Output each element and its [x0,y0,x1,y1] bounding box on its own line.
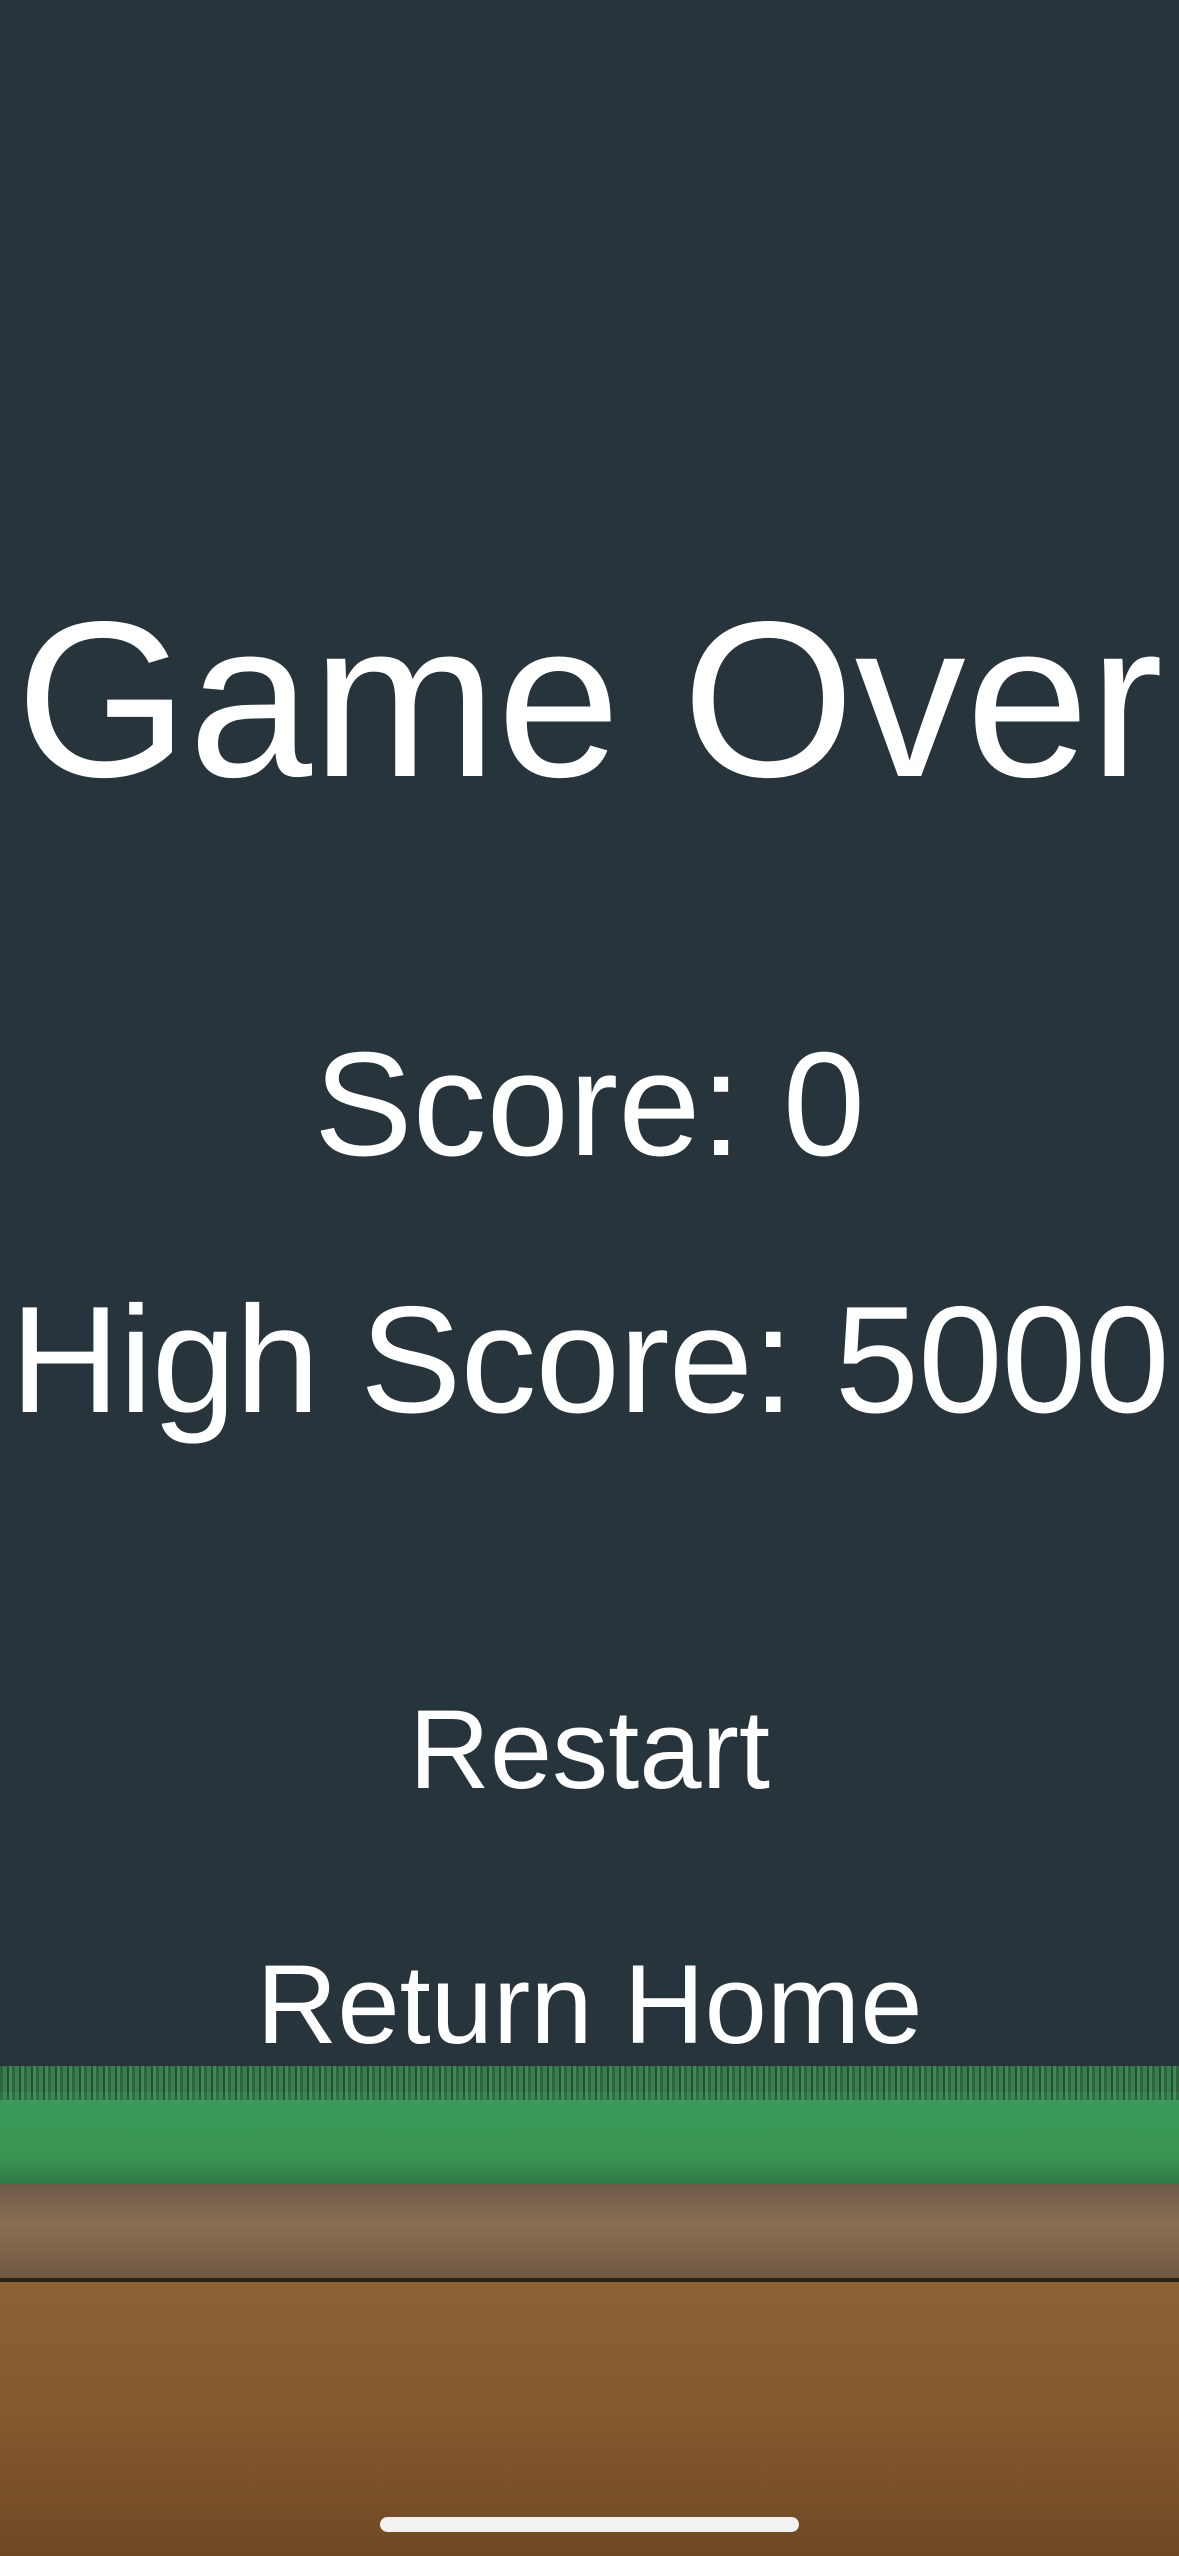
restart-button[interactable]: Restart [240,1680,939,1820]
game-over-screen: Game Over Score: 0 High Score: 5000 Rest… [0,0,1179,2556]
return-home-button[interactable]: Return Home [240,1935,939,2075]
home-indicator-bar[interactable] [380,2517,799,2532]
high-score-label: High Score: 5000 [10,1275,1170,1445]
dirt-top-layer [0,2184,1179,2278]
grass-strip [0,2092,1179,2184]
grass-blades [0,2066,1179,2100]
dirt-bottom-layer [0,2282,1179,2556]
ground-terrain [0,2066,1179,2556]
game-over-title: Game Over [15,576,1164,824]
score-label: Score: 0 [313,1022,866,1187]
